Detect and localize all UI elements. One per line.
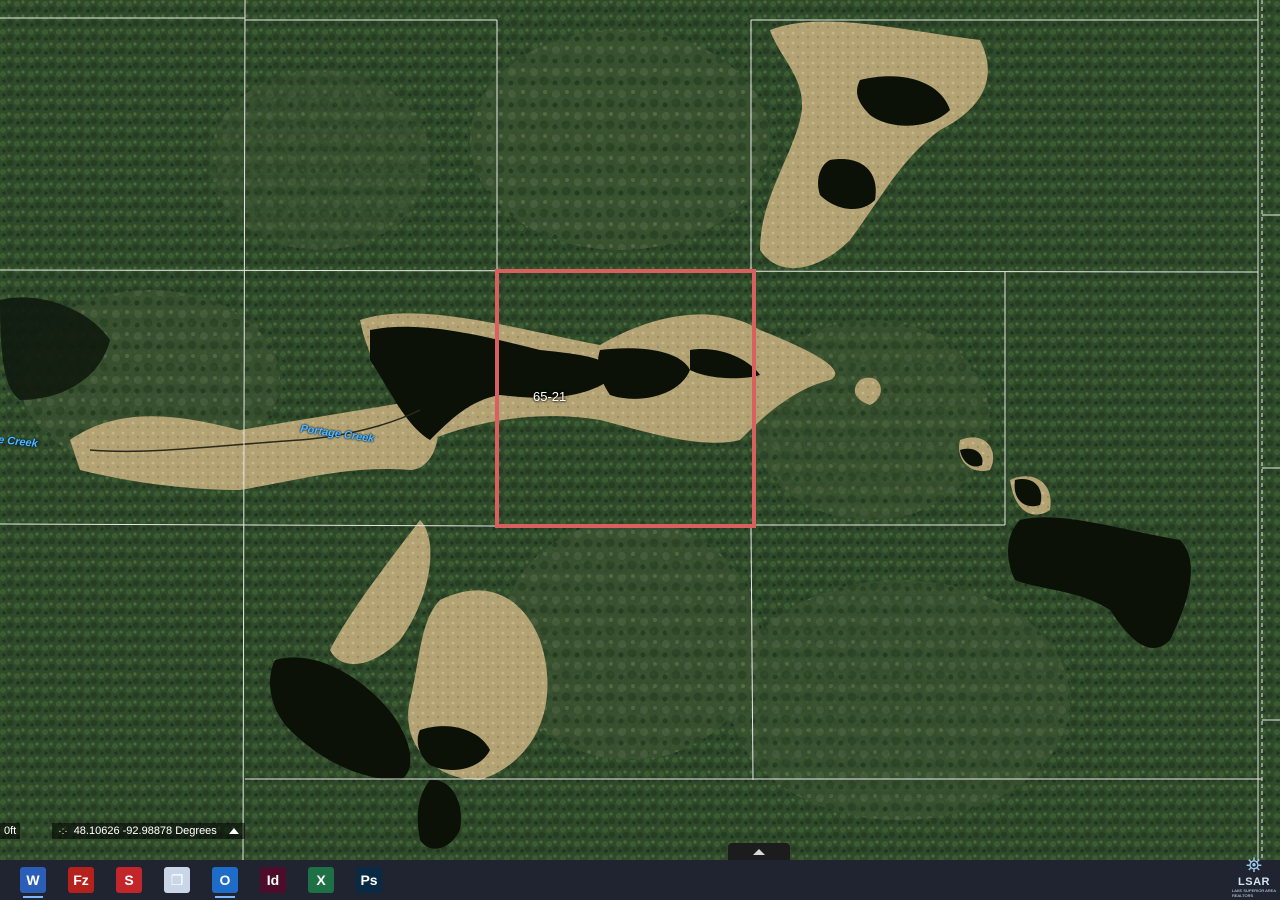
caret-up-icon[interactable]: [228, 828, 239, 834]
logo-text: LSAR: [1238, 876, 1270, 888]
photoshop-icon: Ps: [356, 867, 382, 893]
taskbar: W Fz S ❐ O Id X Ps: [0, 860, 1280, 900]
taskbar-excel-button[interactable]: X: [302, 861, 340, 899]
filezilla-icon: Fz: [68, 867, 94, 893]
outlook-icon: O: [212, 867, 238, 893]
taskbar-filezilla-button[interactable]: Fz: [62, 861, 100, 899]
indesign-icon: Id: [260, 867, 286, 893]
taskbar-outlook-button[interactable]: O: [206, 861, 244, 899]
file-explorer-icon: ❐: [164, 867, 190, 893]
taskbar-app-s-button[interactable]: S: [110, 861, 148, 899]
taskbar-apps: W Fz S ❐ O Id X Ps: [14, 861, 388, 899]
running-indicator: [23, 896, 43, 898]
excel-icon: X: [308, 867, 334, 893]
taskbar-file-explorer-button[interactable]: ❐: [158, 861, 196, 899]
coordinate-readout: ·:· 48.10626 -92.98878 Degrees: [52, 823, 245, 839]
map-imagery: [0, 0, 1280, 860]
scale-readout: 0ft: [0, 823, 21, 839]
parcel-label: 65-21: [533, 389, 567, 404]
taskbar-indesign-button[interactable]: Id: [254, 861, 292, 899]
taskbar-word-button[interactable]: W: [14, 861, 52, 899]
coordinate-text: 48.10626 -92.98878 Degrees: [73, 825, 217, 837]
expand-panel-button[interactable]: [728, 843, 790, 860]
lsar-logo: ⛯ LSAR LAKE SUPERIOR AREA REALTORS: [1232, 850, 1276, 898]
map-status-bar: 0ft ·:· 48.10626 -92.98878 Degrees: [0, 822, 245, 840]
taskbar-photoshop-button[interactable]: Ps: [350, 861, 388, 899]
word-icon: W: [20, 867, 46, 893]
satellite-map[interactable]: 65-21 Portage Creek e Creek: [0, 0, 1280, 860]
crosshair-icon: ·:·: [58, 825, 68, 837]
chevron-up-icon: [753, 848, 765, 855]
running-indicator: [215, 896, 235, 898]
logo-icon: ⛯: [1246, 855, 1262, 877]
app-s-icon: S: [116, 867, 142, 893]
logo-subtext: LAKE SUPERIOR AREA REALTORS: [1232, 888, 1276, 898]
